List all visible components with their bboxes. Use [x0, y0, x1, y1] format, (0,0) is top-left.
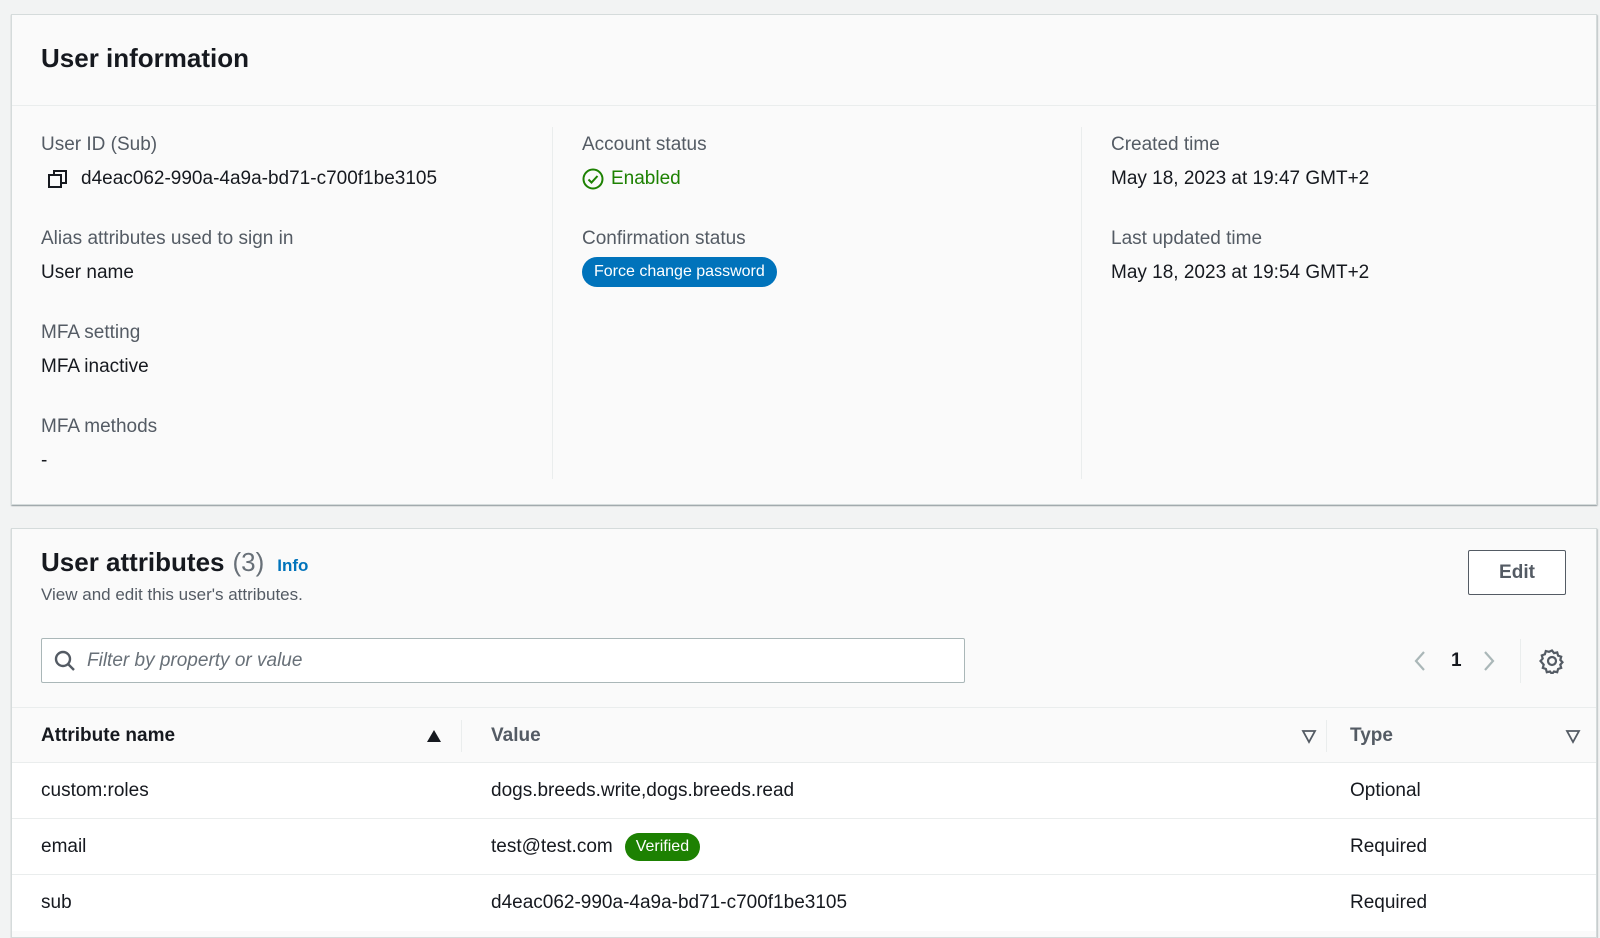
- sort-descending-icon[interactable]: [1565, 728, 1581, 744]
- account-status-value: Enabled: [611, 168, 681, 189]
- mfa-methods-field: MFA methods -: [41, 409, 541, 503]
- confirmation-status-badge: Force change password: [582, 257, 777, 287]
- mfa-setting-field: MFA setting MFA inactive: [41, 315, 541, 409]
- user-id-value: d4eac062-990a-4a9a-bd71-c700f1be3105: [81, 168, 438, 189]
- check-circle-icon: [582, 168, 604, 190]
- alias-value: User name: [41, 262, 134, 283]
- alias-label: Alias attributes used to sign in: [41, 228, 294, 249]
- attribute-name-cell: email: [41, 835, 87, 857]
- column-divider: [461, 720, 462, 752]
- confirmation-status-row: Force change password: [582, 257, 1072, 287]
- chevron-left-icon[interactable]: [1409, 649, 1433, 673]
- copy-icon[interactable]: [46, 167, 70, 191]
- table-header: Attribute name Value Type: [12, 707, 1596, 763]
- account-status-label: Account status: [582, 134, 707, 155]
- attribute-value: d4eac062-990a-4a9a-bd71-c700f1be3105: [491, 891, 848, 913]
- verified-badge: Verified: [624, 832, 701, 861]
- confirmation-status-field: Confirmation status Force change passwor…: [582, 221, 1072, 315]
- filter-input[interactable]: [87, 649, 927, 672]
- attributes-table: Attribute name Value Type custom:roles d…: [12, 707, 1596, 931]
- table-row: sub d4eac062-990a-4a9a-bd71-c700f1be3105…: [12, 875, 1596, 931]
- header-divider: [12, 105, 1596, 106]
- table-row: email test@test.com Verified Required: [12, 819, 1596, 875]
- sort-descending-icon[interactable]: [1301, 728, 1317, 744]
- user-information-panel: User information User ID (Sub) d4eac062-…: [11, 14, 1597, 505]
- user-attributes-description: View and edit this user's attributes.: [41, 585, 303, 604]
- column-header-type[interactable]: Type: [1350, 708, 1575, 763]
- last-updated-field: Last updated time May 18, 2023 at 19:54 …: [1111, 221, 1581, 315]
- column-label-value: Value: [491, 724, 541, 746]
- info-column-1: User ID (Sub) d4eac062-990a-4a9a-bd71-c7…: [41, 127, 541, 479]
- column-header-value[interactable]: Value: [491, 708, 1301, 763]
- last-updated-value: May 18, 2023 at 19:54 GMT+2: [1111, 262, 1370, 283]
- edit-button[interactable]: Edit: [1468, 550, 1566, 595]
- info-column-2: Account status Enabled Confirmation stat…: [552, 127, 1072, 479]
- attribute-count: (3): [232, 547, 265, 577]
- info-link[interactable]: Info: [277, 556, 308, 576]
- mfa-methods-value: -: [41, 450, 48, 471]
- created-time-field: Created time May 18, 2023 at 19:47 GMT+2: [1111, 127, 1581, 221]
- table-row: custom:roles dogs.breeds.write,dogs.bree…: [12, 763, 1596, 819]
- pager-divider: [1520, 639, 1521, 683]
- column-label-type: Type: [1350, 724, 1393, 746]
- account-status-field: Account status Enabled: [582, 127, 1072, 221]
- attribute-value-cell: test@test.com Verified: [491, 819, 701, 874]
- sort-ascending-icon[interactable]: [426, 728, 442, 744]
- mfa-setting-label: MFA setting: [41, 322, 141, 343]
- column-label-attribute-name: Attribute name: [41, 724, 176, 746]
- attribute-value: test@test.com: [491, 835, 613, 857]
- attribute-value-cell: d4eac062-990a-4a9a-bd71-c700f1be3105: [491, 875, 847, 930]
- attribute-value: dogs.breeds.write,dogs.breeds.read: [491, 779, 795, 801]
- attribute-type-cell: Optional: [1350, 779, 1421, 801]
- mfa-setting-value: MFA inactive: [41, 356, 149, 377]
- pagination: 1: [1409, 641, 1500, 681]
- chevron-right-icon[interactable]: [1476, 649, 1500, 673]
- column-divider: [1326, 720, 1327, 752]
- attribute-name-cell: custom:roles: [41, 779, 149, 801]
- attribute-type-cell: Required: [1350, 891, 1428, 913]
- attribute-type-cell: Required: [1350, 835, 1428, 857]
- info-column-3: Created time May 18, 2023 at 19:47 GMT+2…: [1081, 127, 1581, 479]
- user-information-title: User information: [41, 43, 250, 73]
- column-header-attribute-name[interactable]: Attribute name: [41, 708, 441, 763]
- user-id-row: d4eac062-990a-4a9a-bd71-c700f1be3105: [41, 167, 541, 191]
- attribute-value-cell: dogs.breeds.write,dogs.breeds.read: [491, 763, 794, 818]
- user-attributes-panel: User attributes (3) Info View and edit t…: [11, 528, 1597, 938]
- account-status-row: Enabled: [582, 167, 1072, 191]
- user-id-field: User ID (Sub) d4eac062-990a-4a9a-bd71-c7…: [41, 127, 541, 221]
- filter-box: [41, 638, 965, 683]
- user-attributes-header: User attributes (3) Info: [41, 547, 308, 578]
- user-attributes-title: User attributes: [41, 547, 225, 577]
- alias-field: Alias attributes used to sign in User na…: [41, 221, 541, 315]
- settings-gear-icon[interactable]: [1539, 648, 1565, 674]
- confirmation-status-label: Confirmation status: [582, 228, 746, 249]
- last-updated-label: Last updated time: [1111, 228, 1263, 249]
- created-time-label: Created time: [1111, 134, 1220, 155]
- search-icon: [53, 649, 77, 673]
- user-id-label: User ID (Sub): [41, 134, 158, 155]
- current-page[interactable]: 1: [1451, 650, 1462, 672]
- attribute-name-cell: sub: [41, 891, 72, 913]
- mfa-methods-label: MFA methods: [41, 416, 158, 437]
- created-time-value: May 18, 2023 at 19:47 GMT+2: [1111, 168, 1370, 189]
